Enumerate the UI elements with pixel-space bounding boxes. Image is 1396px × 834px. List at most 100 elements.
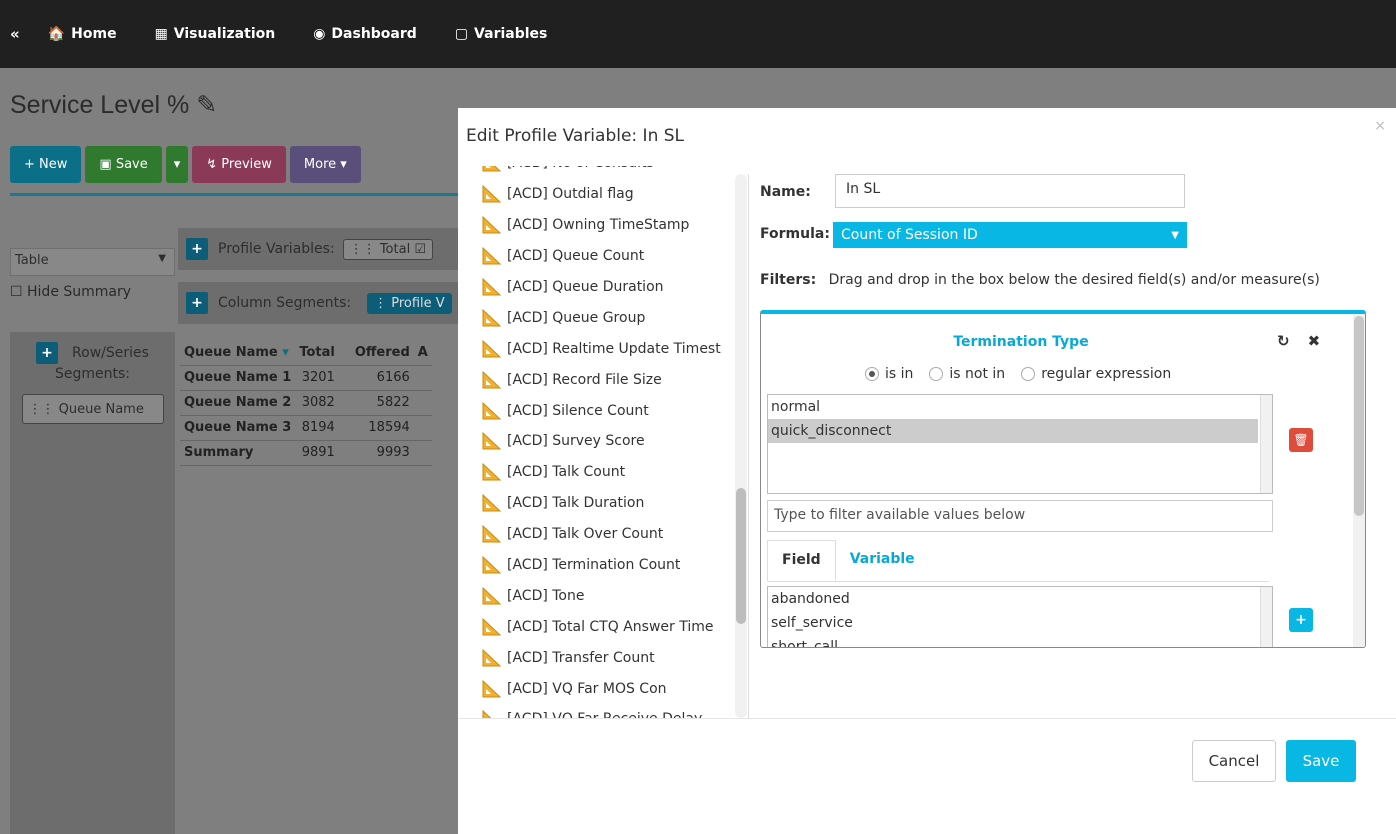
field-list-item-label: [ACD] Talk Count [507,464,626,481]
field-list-item[interactable]: [ACD] Talk Duration [482,488,750,519]
refresh-icon[interactable]: ↻ [1277,332,1290,350]
add-profile-variable-button[interactable]: + [186,238,208,260]
caret-down-icon: ▾ [336,157,347,172]
row-series-label-2: Segments: [54,366,130,382]
formula-select[interactable]: Count of Session ID ▼ [833,222,1187,248]
field-list-item[interactable]: [ACD] Talk Over Count [482,519,750,550]
new-button[interactable]: + New [10,146,82,183]
list-item-selected[interactable]: quick_disconnect [768,419,1258,443]
field-list-item[interactable]: [ACD] Queue Group [482,302,750,333]
cancel-button[interactable]: Cancel [1192,740,1276,782]
preview-button[interactable]: ↯ Preview [192,146,286,183]
selected-values-list[interactable]: normal quick_disconnect [767,394,1273,494]
profile-variables-label: Profile Variables: [218,241,335,257]
field-list-scrollbar[interactable] [735,174,747,718]
sort-caret-icon: ▾ [282,344,289,360]
save-dropdown-toggle[interactable]: ▾ [165,146,189,183]
radio-regex-label: regular expression [1041,366,1172,382]
filter-card-scroll-thumb[interactable] [1354,316,1364,516]
radio-is-in[interactable]: is in [865,366,913,382]
available-values-list[interactable]: abandoned self_service short_call [767,586,1273,647]
field-list-item[interactable]: [ACD] Outdial flag [482,179,750,210]
field-list-item[interactable]: [ACD] Tone [482,580,750,611]
more-button[interactable]: More ▾ [289,146,361,183]
field-list-item-label: [ACD] Outdial flag [507,186,634,203]
field-list-item-label: [ACD] Talk Over Count [507,526,664,543]
field-list-item[interactable]: [ACD] Talk Count [482,457,750,488]
view-options: Table ▼ ☐ Hide Summary [10,248,175,300]
field-list-item[interactable]: [ACD] VQ Far MOS Con [482,673,750,704]
add-column-segment-button[interactable]: + [186,292,208,314]
field-list-scroll-thumb[interactable] [736,488,746,624]
profile-variable-pill-label: Total [379,241,411,257]
field-list-item[interactable]: [ACD] Owning TimeStamp [482,210,750,241]
view-type-select[interactable]: Table ▼ [10,248,175,276]
selected-values-scrollbar[interactable] [1260,395,1272,493]
dashboard-icon: ◉ [313,26,326,42]
checkbox-icon[interactable]: ☐ [10,284,23,300]
nav-visualization-label: Visualization [173,26,276,42]
list-item[interactable]: normal [768,395,1272,419]
measure-ruler-icon [482,648,501,667]
field-list-item[interactable]: [ACD] Record File Size [482,364,750,395]
radio-is-in-label: is in [885,366,914,382]
list-item[interactable]: self_service [768,611,1272,635]
save-button[interactable]: Save [1286,740,1356,782]
radio-regex[interactable]: regular expression [1021,366,1171,382]
formula-select-value: Count of Session ID [841,227,978,243]
table-cell: 3082 [295,390,339,416]
field-list-item[interactable]: [ACD] Queue Count [482,241,750,272]
field-list-item[interactable]: [ACD] Survey Score [482,426,750,457]
save-page-button[interactable]: ▣ Save [85,146,162,183]
nav-dashboard[interactable]: ◉ Dashboard [313,26,417,42]
filter-actions: ↻ ✖ [1277,332,1320,350]
available-values-scrollbar[interactable] [1260,587,1272,647]
caret-down-icon: ▼ [158,253,166,264]
page-title-text: Service Level % [10,91,190,119]
bolt-icon: ↯ [206,157,222,172]
home-icon: 🏠 [47,26,66,42]
profile-variable-pill[interactable]: ⋮⋮ Total ☑ [342,238,433,260]
table-header-cell[interactable]: Queue Name ▾ [180,340,296,366]
field-list-item[interactable]: [ACD] No of Consults [482,166,750,179]
tab-variable[interactable]: Variable [836,540,929,581]
monitor-icon: ▢ [454,26,469,42]
filter-card-scrollbar[interactable] [1353,314,1365,647]
row-segment-pill[interactable]: ⋮⋮ Queue Name [21,394,164,424]
field-list-item-label: [ACD] Owning TimeStamp [507,217,690,234]
field-list-item[interactable]: [ACD] Total CTQ Answer Time [482,611,750,642]
value-source-tabs: Field Variable [767,540,1269,582]
list-item[interactable]: abandoned [768,587,1272,611]
field-list-item[interactable]: [ACD] Realtime Update Timest [482,333,750,364]
value-filter-input[interactable]: Type to filter available values below [767,500,1273,532]
field-list-item[interactable]: [ACD] Transfer Count [482,642,750,673]
column-segment-pill[interactable]: ⋮ Profile V [367,292,452,314]
nav-variables[interactable]: ▢ Variables [455,26,548,42]
field-list: [ACD] No of Consults [ACD] Outdial flag [A… [482,166,750,718]
add-value-button[interactable]: + [1289,608,1313,632]
field-list-item[interactable]: [ACD] Silence Count [482,395,750,426]
tab-field[interactable]: Field [767,540,836,581]
table-header-cell[interactable]: A [413,340,432,366]
column-segment-pill-label: Profile V [391,295,445,311]
filters-hint: Drag and drop in the box below the desir… [828,272,1320,288]
field-list-item[interactable]: [ACD] VQ Far Receive Delay [482,704,750,718]
radio-is-not-in[interactable]: is not in [929,366,1005,382]
measure-ruler-icon [482,247,501,265]
nav-home[interactable]: 🏠 Home [48,26,117,42]
field-list-item[interactable]: [ACD] Queue Duration [482,272,750,303]
add-row-segment-button[interactable]: + [36,342,59,364]
table-header-cell[interactable]: Offered [338,340,414,366]
close-icon[interactable]: × [1374,118,1386,134]
sidebar-collapse-button[interactable]: « [10,25,20,43]
table-header-cell[interactable]: Total [295,340,339,366]
close-icon[interactable]: ✖ [1308,332,1321,350]
list-item[interactable]: short_call [768,635,1272,647]
table-cell: Summary [180,440,296,466]
nav-visualization[interactable]: ▦ Visualization [155,26,276,42]
name-input[interactable]: In SL [835,174,1185,208]
hide-summary-toggle[interactable]: ☐ Hide Summary [10,284,175,300]
pencil-icon[interactable]: ✎ [196,91,217,119]
delete-button[interactable]: 🗑 [1289,428,1313,452]
field-list-item[interactable]: [ACD] Termination Count [482,550,750,581]
